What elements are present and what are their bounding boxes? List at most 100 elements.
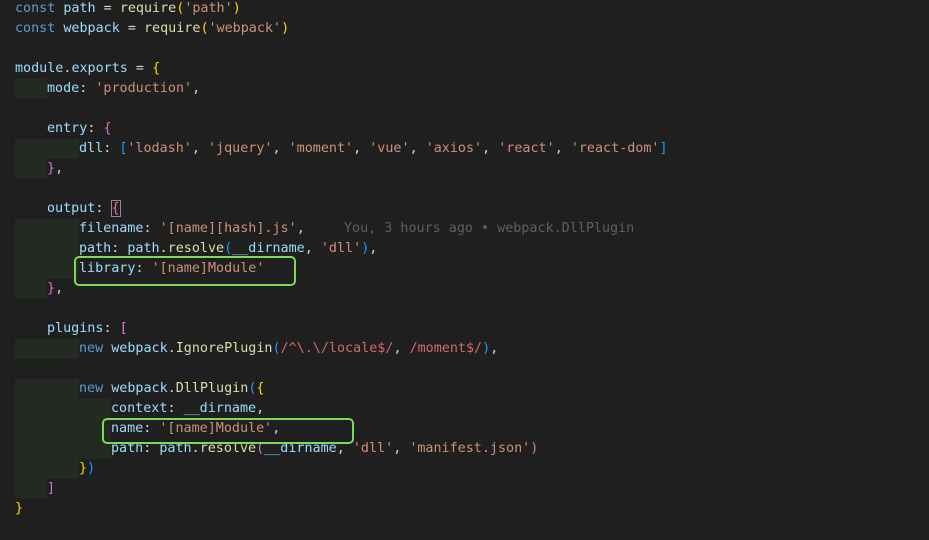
indent-guide [47,419,79,439]
code-token: , [256,401,265,416]
code-text: const webpack = require('webpack') [15,19,289,39]
code-token: : [143,221,160,236]
indent-guide [15,219,47,239]
code-line[interactable] [0,299,929,319]
code-token: : [95,201,112,216]
indent-guide [47,399,79,419]
code-text: output: { [47,199,121,219]
code-line[interactable]: dll: ['lodash', 'jquery', 'moment', 'vue… [0,139,929,159]
code-line[interactable]: path: path.resolve(__dirname, 'dll'), [0,239,929,259]
code-line[interactable]: plugins: [ [0,319,929,339]
code-token: webpack [63,21,120,36]
code-token: ( [256,441,265,456]
code-token: path [159,441,192,456]
code-token: mode [47,81,80,96]
code-token: '[name]Module' [159,421,273,436]
code-token: entry [47,121,88,136]
code-line[interactable]: filename: '[name][hash].js', You, 3 hours… [0,219,929,239]
code-token: , [191,141,208,156]
code-text: new webpack.DllPlugin({ [79,379,264,399]
code-token: , [272,141,289,156]
code-line[interactable]: }) [0,459,929,479]
code-token: 'axios' [425,141,483,156]
code-token: module [15,61,64,76]
code-line[interactable]: new webpack.DllPlugin({ [0,379,929,399]
code-line[interactable]: }, [0,159,929,179]
indent-guide [15,239,47,259]
code-token: __dirname [183,401,257,416]
code-line[interactable]: output: { [0,199,929,219]
code-line[interactable]: name: '[name]Module', [0,419,929,439]
code-token: IgnorePlugin [175,341,273,356]
code-line[interactable]: path: path.resolve(__dirname, 'dll', 'ma… [0,439,929,459]
code-token: ) [482,341,491,356]
code-line[interactable]: } [0,499,929,519]
code-token: ) [281,21,290,36]
code-token: { [110,200,121,217]
code-token: path [79,241,112,256]
code-token: new [79,381,104,396]
code-line[interactable]: library: '[name]Module' [0,259,929,279]
code-line[interactable]: entry: { [0,119,929,139]
indent-guide [47,259,79,279]
code-token: exports [71,61,128,76]
code-line[interactable]: ] [0,479,929,499]
code-token: 'dll' [320,241,362,256]
code-token: } [47,281,56,296]
code-text: }) [79,459,95,479]
code-token: 'webpack' [208,21,282,36]
code-token: = [127,61,153,76]
code-line[interactable]: context: __dirname, [0,399,929,419]
code-line[interactable] [0,179,929,199]
code-token: : [103,321,120,336]
code-line[interactable] [0,359,929,379]
code-token: resolve [199,441,257,456]
code-token: 'production' [95,81,193,96]
code-token: , [409,141,426,156]
code-token: context [111,401,168,416]
code-text: entry: { [47,119,112,139]
indent-guide [15,439,47,459]
code-editor[interactable]: const path = require('path') const webpac… [0,0,929,540]
indent-guide [47,339,79,359]
code-text: plugins: [ [47,319,128,339]
code-text: new webpack.IgnorePlugin(/^\.\/locale$/,… [79,339,498,359]
code-token: ( [272,341,281,356]
code-token: { [152,61,161,76]
code-line[interactable]: new webpack.IgnorePlugin(/^\.\/locale$/,… [0,339,929,359]
code-line[interactable]: const path = require('path') [0,0,929,19]
indent-guide [47,379,79,399]
code-token: , [393,441,410,456]
code-token: path [63,1,96,16]
code-token: . [191,441,200,456]
code-text: ] [47,479,55,499]
code-token: } [47,161,56,176]
code-token: ) [232,1,241,16]
code-line[interactable] [0,99,929,119]
code-token: 'manifest.json' [409,441,531,456]
code-token: 'react-dom' [570,141,660,156]
code-token: , [554,141,571,156]
indent-guide [15,339,47,359]
code-token: { [103,121,112,136]
code-token: name [111,421,144,436]
indent-guide [15,479,47,499]
code-token: , [55,161,64,176]
code-line[interactable]: module.exports = { [0,59,929,79]
code-token: require [144,21,201,36]
code-token: , [55,281,64,296]
code-token: DllPlugin [175,381,249,396]
code-token: filename [79,221,144,236]
code-line[interactable]: mode: 'production', [0,79,929,99]
code-token: plugins [47,321,104,336]
code-text: }, [47,279,63,299]
code-line[interactable]: }, [0,279,929,299]
code-line[interactable]: const webpack = require('webpack') [0,19,929,39]
indent-guide [47,459,79,479]
indent-guide [47,439,79,459]
code-token: path [127,241,160,256]
code-token: = [119,21,144,36]
code-line[interactable] [0,39,929,59]
code-token: , [304,241,321,256]
code-token: { [256,381,265,396]
